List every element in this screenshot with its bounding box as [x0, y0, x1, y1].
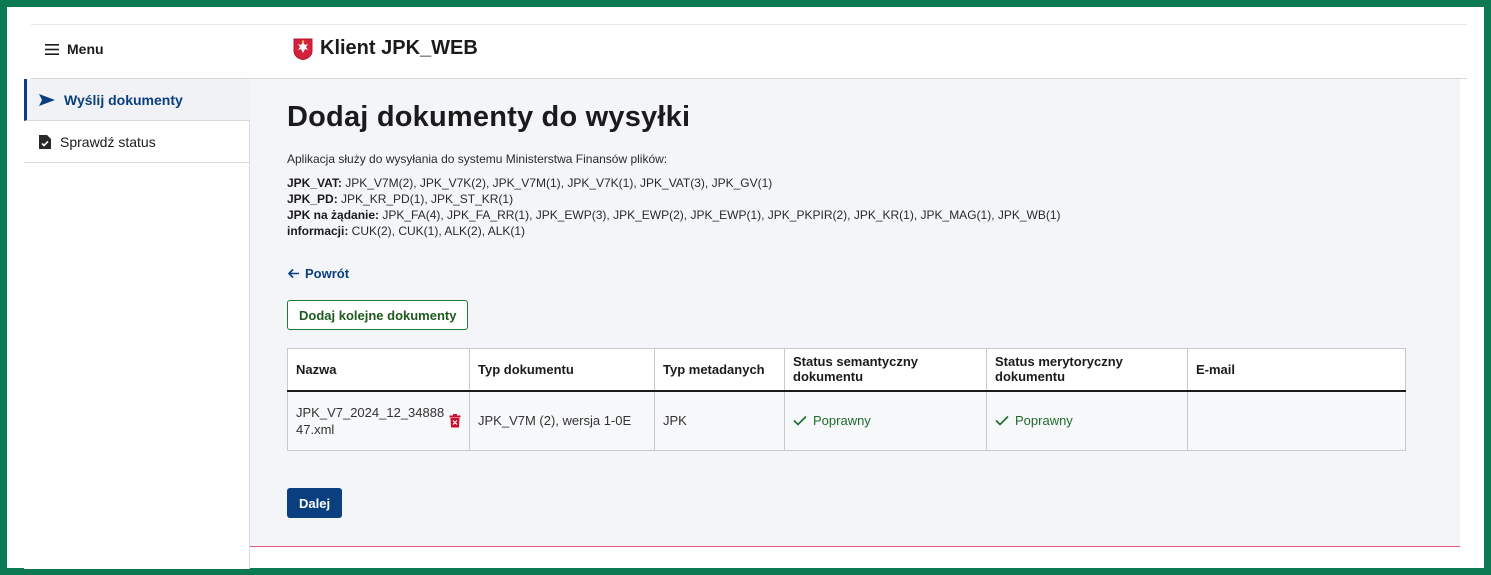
send-icon	[39, 93, 55, 106]
check-icon	[793, 416, 807, 426]
cell-email	[1187, 390, 1406, 451]
column-header-merit-status: Status merytoryczny dokumentu	[986, 348, 1188, 392]
menu-label: Menu	[67, 41, 104, 57]
documents-table: Nazwa Typ dokumentu Typ metadanych Statu…	[287, 348, 1406, 451]
merit-status-text: Poprawny	[1015, 413, 1073, 429]
main-content: Dodaj dokumenty do wysyłki Aplikacja słu…	[250, 79, 1460, 547]
sidebar: Wyślij dokumenty Sprawdź status	[24, 79, 250, 569]
sidebar-item-label: Sprawdź status	[60, 133, 156, 150]
back-link[interactable]: Powrót	[287, 266, 349, 281]
next-button[interactable]: Dalej	[287, 488, 343, 518]
menu-button[interactable]: Menu	[45, 41, 104, 57]
supported-files-list: JPK_VAT: JPK_V7M(2), JPK_V7K(2), JPK_V7M…	[287, 175, 1061, 239]
table-row: JPK_V7_2024_12_3488847.xml JPK_V7M (2), …	[287, 390, 1406, 451]
app-brand: Klient JPK_WEB	[293, 37, 478, 60]
column-header-name: Nazwa	[287, 348, 470, 392]
semantic-status-text: Poprawny	[813, 413, 871, 429]
cell-meta-type: JPK	[654, 390, 785, 451]
cell-name: JPK_V7_2024_12_3488847.xml	[287, 390, 470, 451]
column-header-email: E-mail	[1187, 348, 1406, 392]
trash-icon[interactable]	[449, 413, 461, 428]
sidebar-item-send-documents[interactable]: Wyślij dokumenty	[24, 79, 250, 121]
intro-text: Aplikacja służy do wysyłania do systemu …	[287, 152, 668, 166]
sidebar-item-check-status[interactable]: Sprawdź status	[24, 121, 250, 163]
column-header-semantic-status: Status semantyczny dokumentu	[784, 348, 987, 392]
column-header-doc-type: Typ dokumentu	[469, 348, 655, 392]
file-name: JPK_V7_2024_12_3488847.xml	[296, 404, 445, 437]
file-check-icon	[39, 134, 51, 149]
supported-files-line: informacji: CUK(2), CUK(1), ALK(2), ALK(…	[287, 224, 526, 238]
supported-files-line: JPK na żądanie: JPK_FA(4), JPK_FA_RR(1),…	[287, 208, 1061, 222]
hamburger-icon	[45, 43, 59, 55]
check-icon	[995, 416, 1009, 426]
emblem-icon	[293, 38, 313, 60]
cell-semantic-status: Poprawny	[784, 390, 987, 451]
back-label: Powrót	[305, 266, 350, 281]
app-header: Menu Klient JPK_WEB	[31, 25, 1467, 79]
app-title: Klient JPK_WEB	[320, 37, 478, 59]
table-header-row: Nazwa Typ dokumentu Typ metadanych Statu…	[287, 348, 1406, 392]
page-title: Dodaj dokumenty do wysyłki	[287, 101, 691, 133]
add-more-documents-button[interactable]: Dodaj kolejne dokumenty	[287, 300, 469, 330]
cell-merit-status: Poprawny	[986, 390, 1188, 451]
supported-files-line: JPK_PD: JPK_KR_PD(1), JPK_ST_KR(1)	[287, 192, 514, 206]
arrow-left-icon	[287, 268, 299, 279]
supported-files-line: JPK_VAT: JPK_V7M(2), JPK_V7K(2), JPK_V7M…	[287, 176, 773, 190]
column-header-meta-type: Typ metadanych	[654, 348, 785, 392]
sidebar-item-label: Wyślij dokumenty	[64, 91, 183, 108]
app-frame: Menu Klient JPK_WEB Wyślij dokumenty Spr…	[7, 7, 1484, 569]
cell-doc-type: JPK_V7M (2), wersja 1-0E	[469, 390, 655, 451]
